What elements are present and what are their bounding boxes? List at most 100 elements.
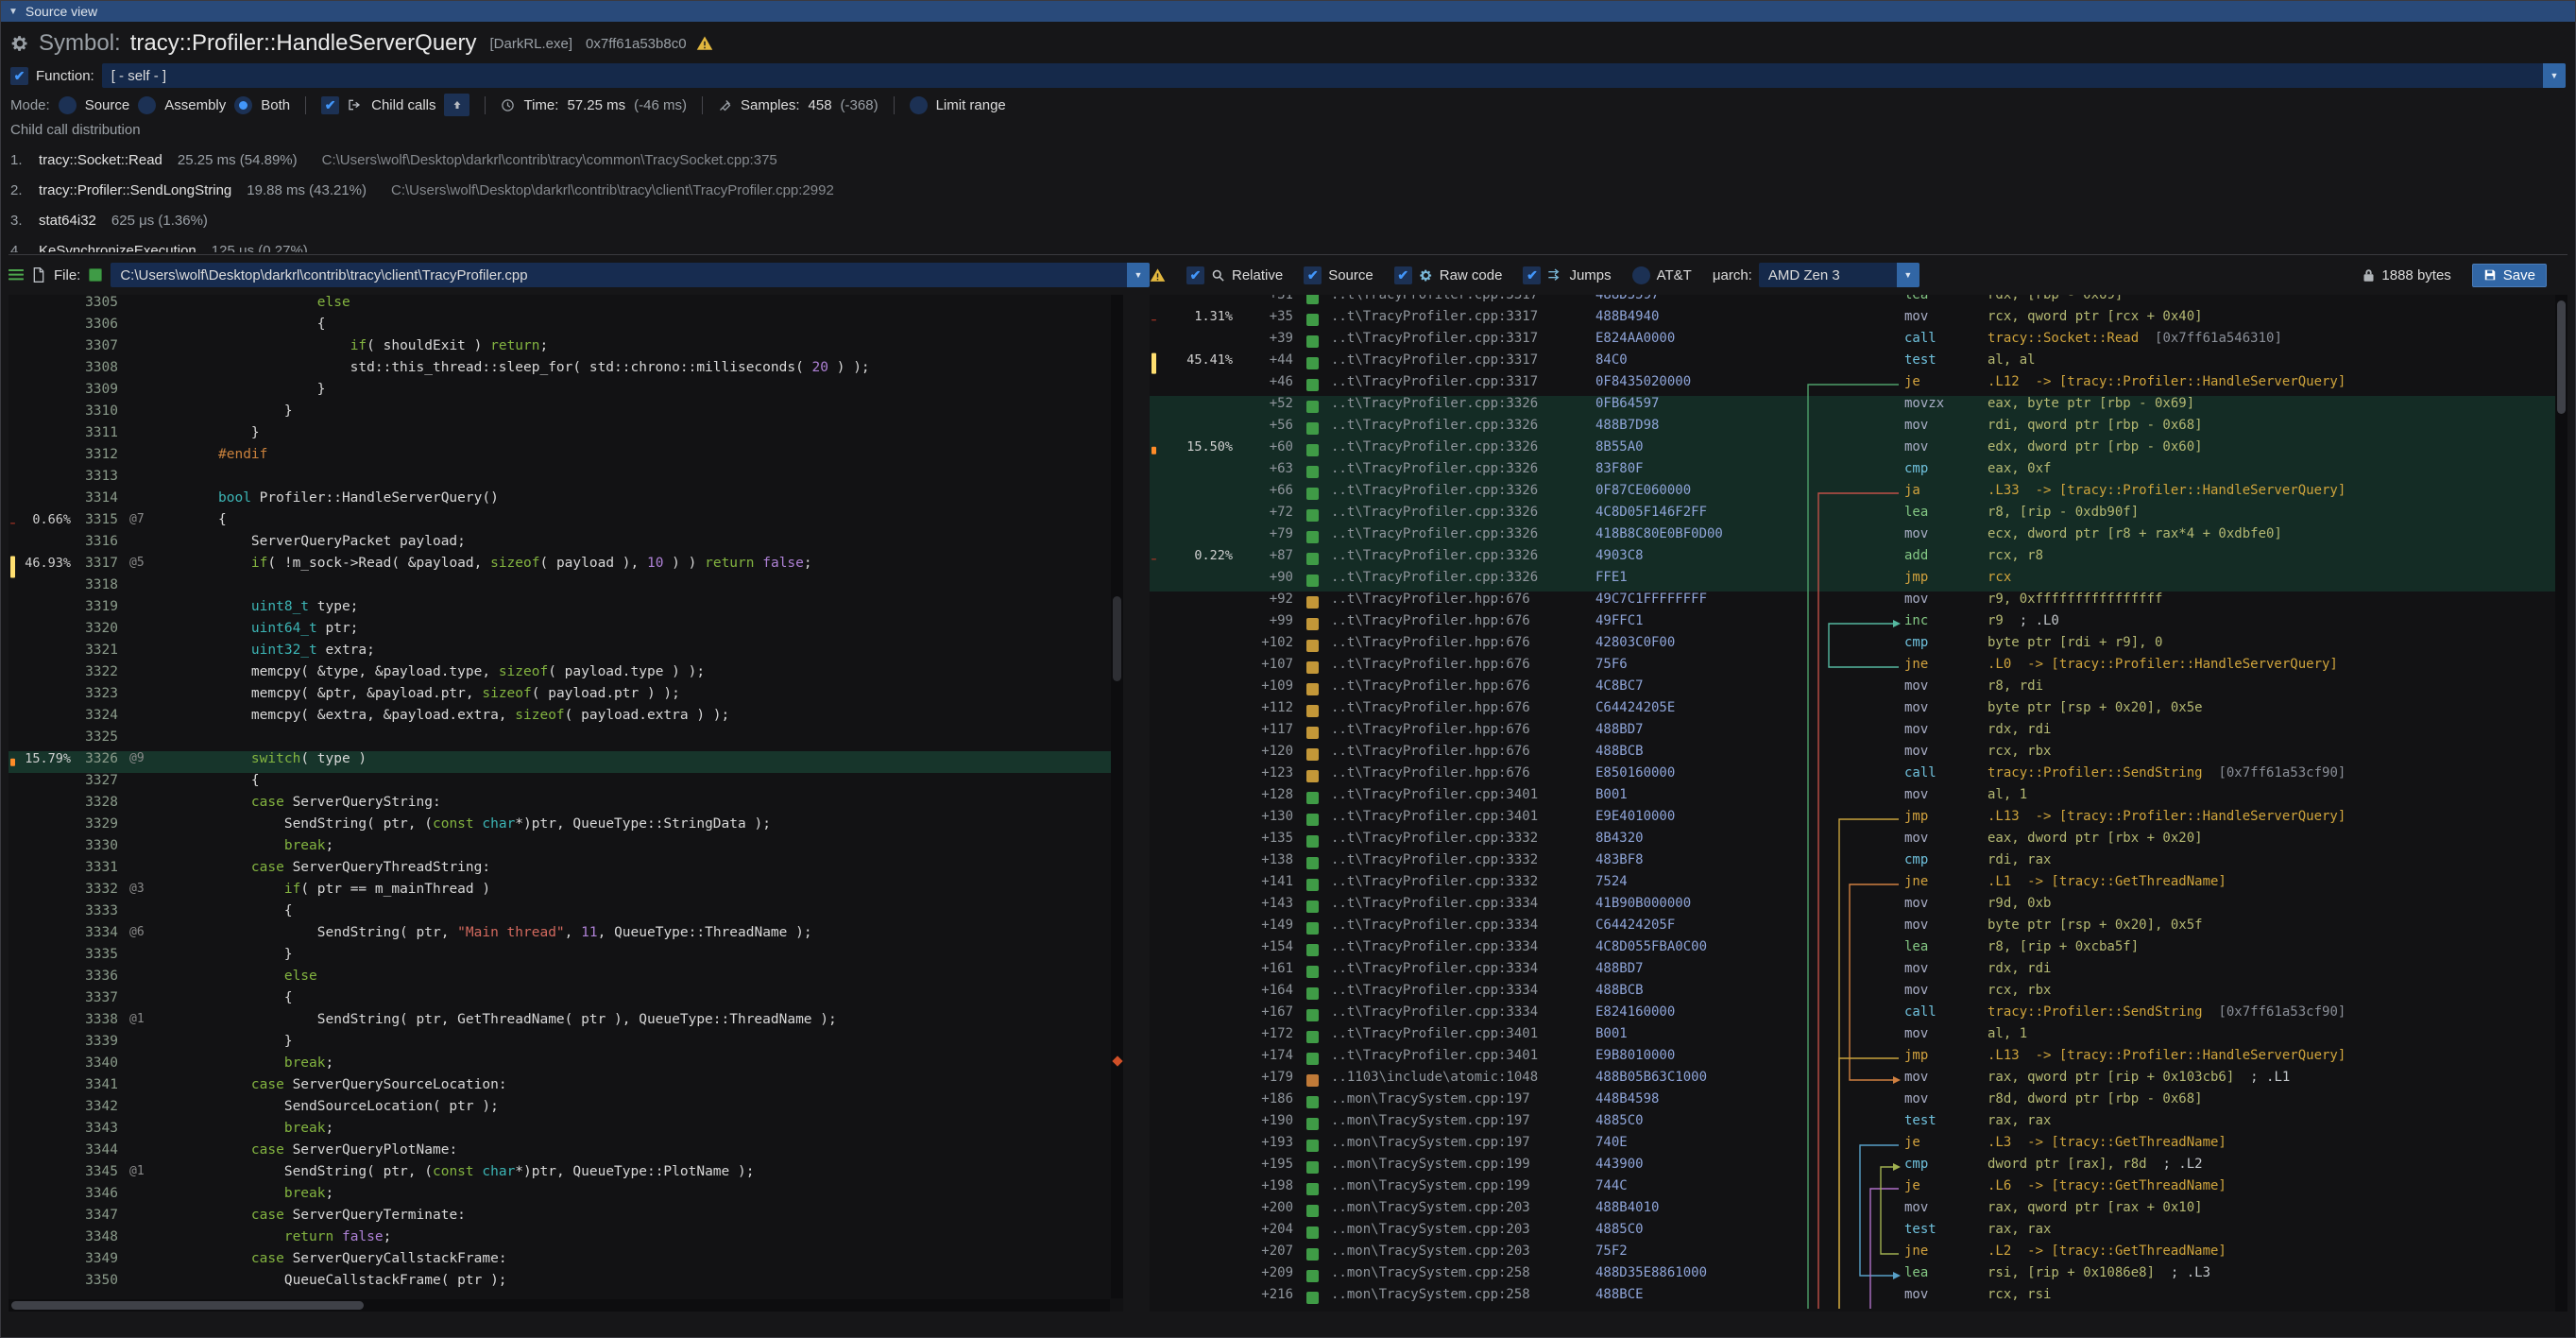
source-line-3314[interactable]: 3314bool Profiler::HandleServerQuery() xyxy=(9,490,1123,512)
source-line-3323[interactable]: 3323 memcpy( &ptr, &payload.ptr, sizeof(… xyxy=(9,686,1123,708)
asm-row-138[interactable]: +138..t\TracyProfiler.cpp:3332483BF8cmpr… xyxy=(1150,852,2567,874)
asm-row-60[interactable]: 15.50%+60..t\TracyProfiler.cpp:33268B55A… xyxy=(1150,439,2567,461)
source-line-3332[interactable]: 3332@3 if( ptr == m_mainThread ) xyxy=(9,882,1123,903)
up-arrow-button[interactable] xyxy=(444,94,469,116)
asm-source-location[interactable]: ..1103\include\atomic:1048 xyxy=(1331,1070,1595,1091)
source-line-3336[interactable]: 3336 else xyxy=(9,969,1123,990)
source-line-3307[interactable]: 3307 if( shouldExit ) return; xyxy=(9,338,1123,360)
asm-row-63[interactable]: +63..t\TracyProfiler.cpp:332683F80Fcmpea… xyxy=(1150,461,2567,483)
asm-source-location[interactable]: ..mon\TracySystem.cpp:258 xyxy=(1331,1265,1595,1287)
mode-radio-assembly[interactable] xyxy=(138,96,156,114)
asm-source-location[interactable]: ..t\TracyProfiler.hpp:676 xyxy=(1331,613,1595,635)
asm-source-location[interactable]: ..t\TracyProfiler.cpp:3401 xyxy=(1331,1048,1595,1070)
mode-radio-both[interactable] xyxy=(234,96,252,114)
limit-range-checkbox[interactable] xyxy=(910,96,928,114)
asm-source-location[interactable]: ..mon\TracySystem.cpp:199 xyxy=(1331,1178,1595,1200)
child-call-entry[interactable]: 4.KeSynchronizeExecution125 μs (0.27%) xyxy=(10,235,2566,252)
source-line-3319[interactable]: 3319 uint8_t type; xyxy=(9,599,1123,621)
source-line-3337[interactable]: 3337 { xyxy=(9,990,1123,1012)
asm-source-location[interactable]: ..t\TracyProfiler.cpp:3334 xyxy=(1331,896,1595,918)
asm-source-location[interactable]: ..t\TracyProfiler.cpp:3317 xyxy=(1331,295,1595,309)
source-line-3309[interactable]: 3309 } xyxy=(9,382,1123,403)
asm-source-location[interactable]: ..t\TracyProfiler.hpp:676 xyxy=(1331,678,1595,700)
asm-row-44[interactable]: 45.41%+44..t\TracyProfiler.cpp:331784C0t… xyxy=(1150,352,2567,374)
asm-row-107[interactable]: +107..t\TracyProfiler.hpp:67675F6jne.L0 … xyxy=(1150,657,2567,678)
asm-source-location[interactable]: ..t\TracyProfiler.cpp:3334 xyxy=(1331,1004,1595,1026)
source-line-3306[interactable]: 3306 { xyxy=(9,317,1123,338)
asm-source-location[interactable]: ..t\TracyProfiler.cpp:3317 xyxy=(1331,331,1595,352)
asm-source-location[interactable]: ..t\TracyProfiler.hpp:676 xyxy=(1331,722,1595,744)
asm-row-56[interactable]: +56..t\TracyProfiler.cpp:3326488B7D98mov… xyxy=(1150,418,2567,439)
function-checkbox[interactable]: ✔ xyxy=(10,67,28,85)
asm-row-179[interactable]: +179..1103\include\atomic:1048488B05B63C… xyxy=(1150,1070,2567,1091)
scrollbar-handle[interactable] xyxy=(1113,596,1121,681)
asm-source-location[interactable]: ..t\TracyProfiler.cpp:3317 xyxy=(1331,374,1595,396)
asm-row-117[interactable]: +117..t\TracyProfiler.hpp:676488BD7movrd… xyxy=(1150,722,2567,744)
source-line-3338[interactable]: 3338@1 SendString( ptr, GetThreadName( p… xyxy=(9,1012,1123,1034)
asm-row-149[interactable]: +149..t\TracyProfiler.cpp:3334C64424205F… xyxy=(1150,918,2567,939)
source-line-3310[interactable]: 3310 } xyxy=(9,403,1123,425)
source-line-3325[interactable]: 3325 xyxy=(9,729,1123,751)
source-line-3324[interactable]: 3324 memcpy( &extra, &payload.extra, siz… xyxy=(9,708,1123,729)
collapse-arrow-icon[interactable]: ▼ xyxy=(9,7,18,17)
asm-source-location[interactable]: ..t\TracyProfiler.cpp:3326 xyxy=(1331,505,1595,526)
child-calls-checkbox[interactable]: ✔ xyxy=(321,96,339,114)
jumps-checkbox[interactable]: ✔ xyxy=(1523,266,1541,284)
list-icon[interactable] xyxy=(9,268,24,282)
asm-source-location[interactable]: ..mon\TracySystem.cpp:197 xyxy=(1331,1135,1595,1157)
pane-divider[interactable] xyxy=(1123,295,1150,1312)
source-line-3329[interactable]: 3329 SendString( ptr, (const char*)ptr, … xyxy=(9,816,1123,838)
source-line-3316[interactable]: 3316 ServerQueryPacket payload; xyxy=(9,534,1123,556)
asm-source-location[interactable]: ..t\TracyProfiler.cpp:3334 xyxy=(1331,961,1595,983)
asm-source-location[interactable]: ..t\TracyProfiler.cpp:3401 xyxy=(1331,1026,1595,1048)
asm-source-location[interactable]: ..t\TracyProfiler.hpp:676 xyxy=(1331,592,1595,613)
mode-radio-source[interactable] xyxy=(59,96,77,114)
asm-row-172[interactable]: +172..t\TracyProfiler.cpp:3401B001moval,… xyxy=(1150,1026,2567,1048)
source-checkbox[interactable]: ✔ xyxy=(1304,266,1322,284)
hot-line-marker[interactable] xyxy=(1112,1055,1122,1066)
asm-row-52[interactable]: +52..t\TracyProfiler.cpp:33260FB64597mov… xyxy=(1150,396,2567,418)
asm-row-46[interactable]: +46..t\TracyProfiler.cpp:33170F843502000… xyxy=(1150,374,2567,396)
save-button[interactable]: Save xyxy=(2472,264,2547,287)
source-line-3328[interactable]: 3328 case ServerQueryString: xyxy=(9,795,1123,816)
asm-row-99[interactable]: +99..t\TracyProfiler.hpp:67649FFC1incr9 … xyxy=(1150,613,2567,635)
asm-source-location[interactable]: ..t\TracyProfiler.cpp:3326 xyxy=(1331,418,1595,439)
asm-row-141[interactable]: +141..t\TracyProfiler.cpp:33327524jne.L1… xyxy=(1150,874,2567,896)
asm-row-130[interactable]: +130..t\TracyProfiler.cpp:3401E9E4010000… xyxy=(1150,809,2567,831)
source-line-3343[interactable]: 3343 break; xyxy=(9,1121,1123,1142)
asm-row-66[interactable]: +66..t\TracyProfiler.cpp:33260F87CE06000… xyxy=(1150,483,2567,505)
source-line-3340[interactable]: 3340 break; xyxy=(9,1055,1123,1077)
asm-source-location[interactable]: ..t\TracyProfiler.cpp:3326 xyxy=(1331,439,1595,461)
raw-code-checkbox[interactable]: ✔ xyxy=(1394,266,1412,284)
source-line-3347[interactable]: 3347 case ServerQueryTerminate: xyxy=(9,1208,1123,1229)
source-line-3315[interactable]: 0.66%3315@7{ xyxy=(9,512,1123,534)
source-line-3344[interactable]: 3344 case ServerQueryPlotName: xyxy=(9,1142,1123,1164)
asm-row-161[interactable]: +161..t\TracyProfiler.cpp:3334488BD7movr… xyxy=(1150,961,2567,983)
asm-row-204[interactable]: +204..mon\TracySystem.cpp:2034885C0testr… xyxy=(1150,1222,2567,1244)
relative-checkbox[interactable]: ✔ xyxy=(1186,266,1204,284)
asm-source-location[interactable]: ..t\TracyProfiler.cpp:3317 xyxy=(1331,352,1595,374)
asm-row-154[interactable]: +154..t\TracyProfiler.cpp:33344C8D055FBA… xyxy=(1150,939,2567,961)
source-vertical-scrollbar[interactable] xyxy=(1111,295,1123,1298)
source-line-3327[interactable]: 3327 { xyxy=(9,773,1123,795)
source-line-3335[interactable]: 3335 } xyxy=(9,947,1123,969)
source-line-3322[interactable]: 3322 memcpy( &type, &payload.type, sizeo… xyxy=(9,664,1123,686)
asm-source-location[interactable]: ..t\TracyProfiler.hpp:676 xyxy=(1331,657,1595,678)
source-line-3333[interactable]: 3333 { xyxy=(9,903,1123,925)
source-line-3321[interactable]: 3321 uint32_t extra; xyxy=(9,643,1123,664)
asm-row-209[interactable]: +209..mon\TracySystem.cpp:258488D35E8861… xyxy=(1150,1265,2567,1287)
asm-row-87[interactable]: 0.22%+87..t\TracyProfiler.cpp:33264903C8… xyxy=(1150,548,2567,570)
asm-source-location[interactable]: ..t\TracyProfiler.hpp:676 xyxy=(1331,700,1595,722)
source-line-3317[interactable]: 46.93%3317@5 if( !m_sock->Read( &payload… xyxy=(9,556,1123,577)
asm-source-location[interactable]: ..t\TracyProfiler.cpp:3334 xyxy=(1331,939,1595,961)
source-line-3312[interactable]: 3312#endif xyxy=(9,447,1123,469)
asm-row-128[interactable]: +128..t\TracyProfiler.cpp:3401B001moval,… xyxy=(1150,787,2567,809)
asm-source-location[interactable]: ..t\TracyProfiler.hpp:676 xyxy=(1331,635,1595,657)
asm-source-location[interactable]: ..mon\TracySystem.cpp:203 xyxy=(1331,1222,1595,1244)
asm-row-174[interactable]: +174..t\TracyProfiler.cpp:3401E9B8010000… xyxy=(1150,1048,2567,1070)
source-line-3339[interactable]: 3339 } xyxy=(9,1034,1123,1055)
asm-row-35[interactable]: 1.31%+35..t\TracyProfiler.cpp:3317488B49… xyxy=(1150,309,2567,331)
asm-source-location[interactable]: ..t\TracyProfiler.hpp:676 xyxy=(1331,744,1595,765)
asm-source-location[interactable]: ..t\TracyProfiler.cpp:3334 xyxy=(1331,983,1595,1004)
asm-row-120[interactable]: +120..t\TracyProfiler.hpp:676488BCBmovrc… xyxy=(1150,744,2567,765)
